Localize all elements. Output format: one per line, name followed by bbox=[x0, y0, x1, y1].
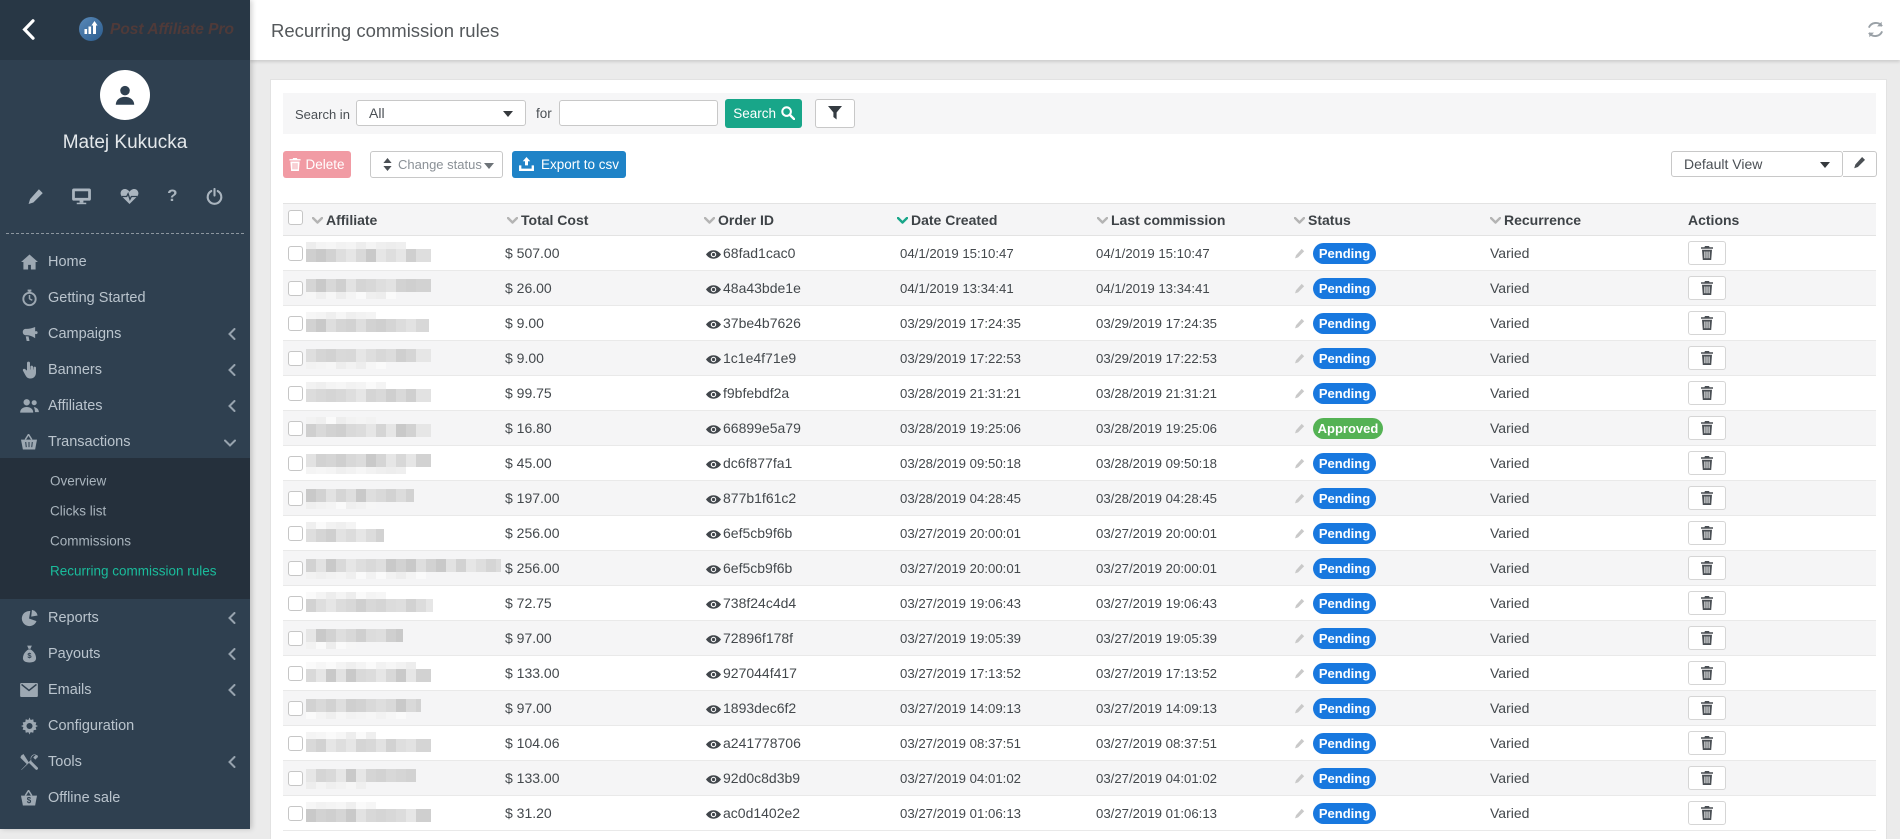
svg-text:$: $ bbox=[27, 796, 32, 805]
